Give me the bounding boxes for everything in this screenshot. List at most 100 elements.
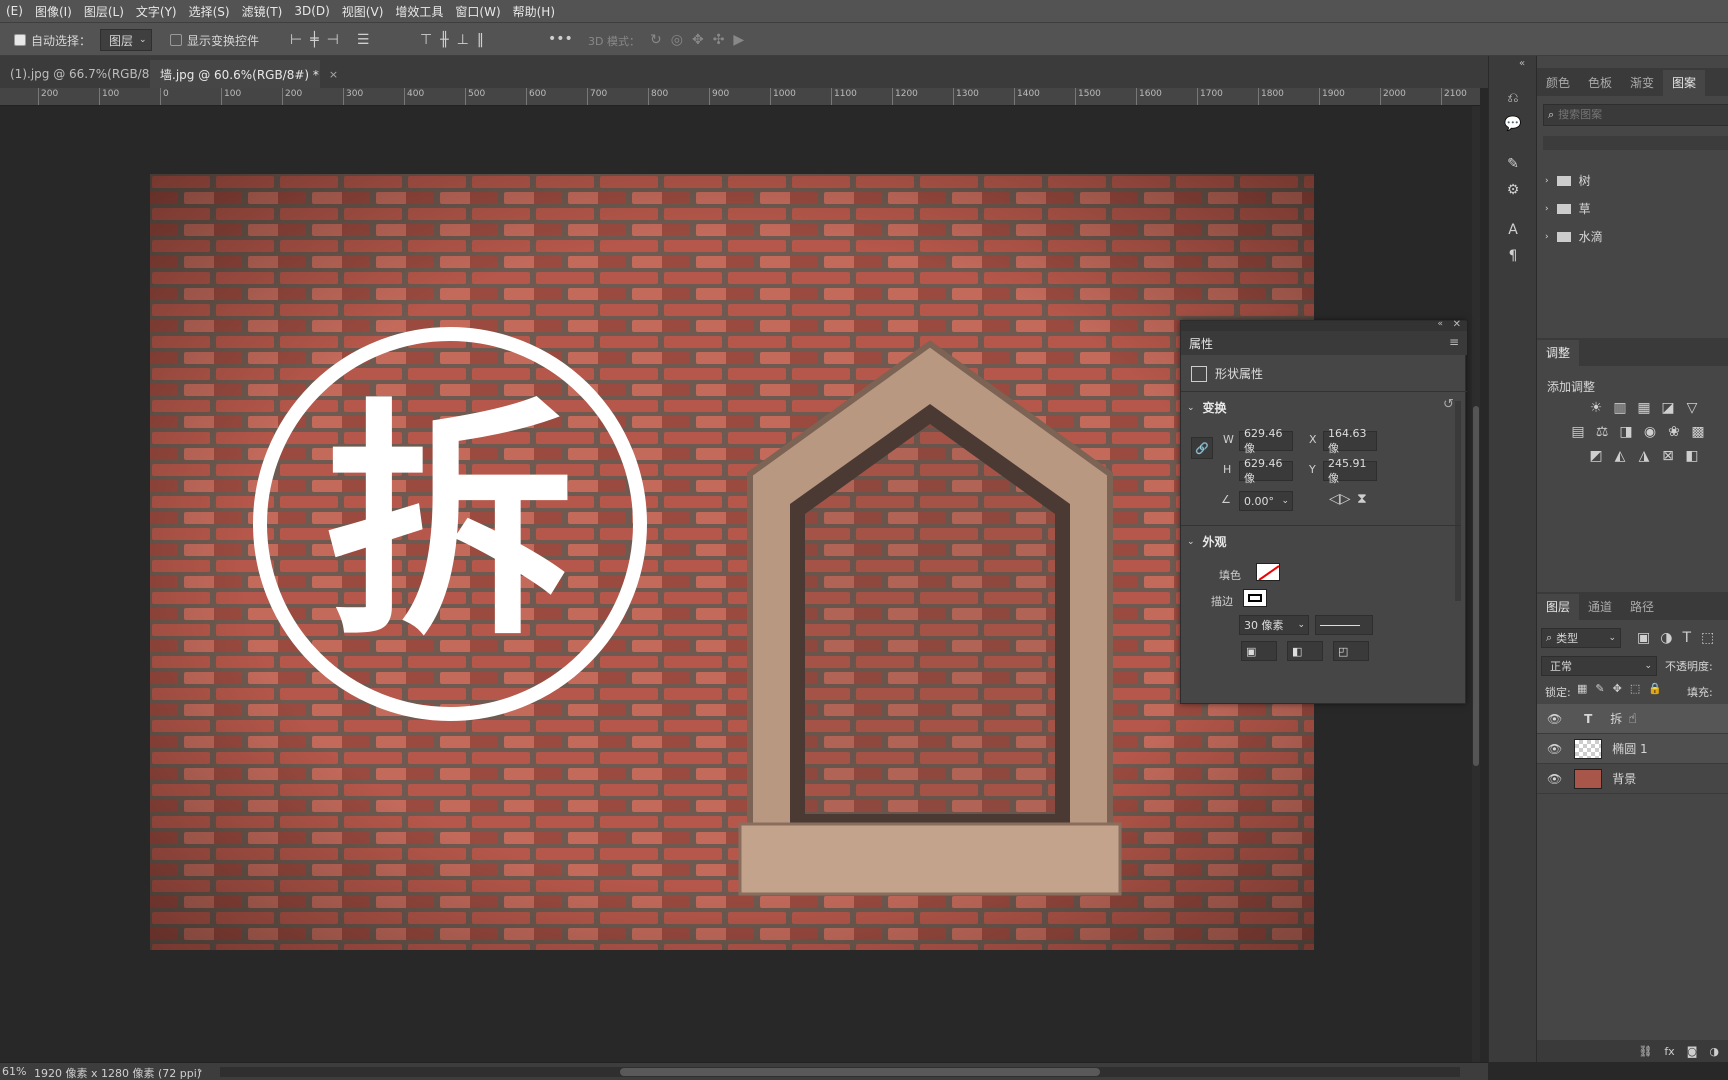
roll-3d-icon[interactable]: ◎ xyxy=(671,31,683,49)
visibility-eye-icon[interactable]: 👁 xyxy=(1547,712,1562,726)
auto-select-checkbox[interactable] xyxy=(14,34,26,46)
pan-3d-icon[interactable]: ✥ xyxy=(692,31,704,49)
stroke-width-field[interactable]: 30 像素 ⌄ xyxy=(1239,615,1309,635)
balance-icon[interactable]: ⚖ xyxy=(1593,424,1611,440)
panel-menu-icon[interactable]: ≡ xyxy=(1449,335,1459,349)
panel-scrollbar[interactable] xyxy=(1455,401,1461,601)
gradient-map-icon[interactable]: ◧ xyxy=(1683,448,1701,464)
search-input[interactable] xyxy=(1558,109,1709,121)
paragraph-icon[interactable]: ¶ xyxy=(1501,244,1525,268)
stroke-style-dropdown[interactable] xyxy=(1315,615,1373,635)
menu-select[interactable]: 选择(S) xyxy=(183,3,236,20)
threshold-icon[interactable]: ◮ xyxy=(1635,448,1653,464)
menu-view[interactable]: 视图(V) xyxy=(336,3,390,20)
distribute-icon[interactable]: ☰ xyxy=(357,31,370,49)
link-icon[interactable]: 🔗 xyxy=(1191,437,1213,459)
stroke-swatch[interactable] xyxy=(1243,589,1267,607)
new-adjustment-icon[interactable]: ◑ xyxy=(1709,1045,1719,1058)
fx-icon[interactable]: fx xyxy=(1664,1045,1674,1058)
exposure-icon[interactable]: ◪ xyxy=(1659,400,1677,416)
pixel-filter-icon[interactable]: ▣ xyxy=(1637,630,1650,646)
photo-filter-icon[interactable]: ◉ xyxy=(1641,424,1659,440)
height-field[interactable]: 629.46 像 xyxy=(1239,457,1293,485)
adjustment-filter-icon[interactable]: ◑ xyxy=(1660,630,1672,646)
menu-image[interactable]: 图像(I) xyxy=(29,3,78,20)
folder-row[interactable]: › 水滴 xyxy=(1545,228,1603,245)
collapse-panels-icon[interactable]: « xyxy=(1519,58,1525,69)
y-field[interactable]: 245.91 像 xyxy=(1323,457,1377,485)
tab-gradients[interactable]: 渐变 xyxy=(1621,70,1663,96)
fill-swatch[interactable] xyxy=(1256,563,1280,581)
type-filter-icon[interactable]: T xyxy=(1682,630,1691,646)
tab-document-1[interactable]: (1).jpg @ 66.7%(RGB/8) × xyxy=(0,60,173,88)
flip-horizontal-icon[interactable]: ◁▷ xyxy=(1329,491,1351,507)
lock-all-icon[interactable]: 🔒 xyxy=(1648,682,1662,695)
align-left-icon[interactable]: ⊢ xyxy=(290,31,302,49)
hue-icon[interactable]: ▤ xyxy=(1569,424,1587,440)
auto-select-dropdown[interactable]: 图层 ⌄ xyxy=(100,29,152,51)
lock-position-icon[interactable]: ✥ xyxy=(1613,682,1622,695)
vibrance-icon[interactable]: ▽ xyxy=(1683,400,1701,416)
black-white-icon[interactable]: ◨ xyxy=(1617,424,1635,440)
add-mask-icon[interactable]: ◙ xyxy=(1687,1045,1698,1058)
folder-row[interactable]: › 树 xyxy=(1545,172,1591,189)
visibility-eye-icon[interactable]: 👁 xyxy=(1547,742,1562,756)
appearance-section-header[interactable]: ⌄ 外观 xyxy=(1187,533,1227,550)
character-icon[interactable]: A xyxy=(1501,218,1525,242)
menu-3d[interactable]: 3D(D) xyxy=(288,4,335,18)
color-lookup-icon[interactable]: ▩ xyxy=(1689,424,1707,440)
channel-mixer-icon[interactable]: ❀ xyxy=(1665,424,1683,440)
tab-channels[interactable]: 通道 xyxy=(1579,594,1621,620)
show-transform-checkbox[interactable] xyxy=(170,34,182,46)
zoom-level[interactable]: 61% xyxy=(2,1065,26,1078)
align-hcenter-icon[interactable]: ╪ xyxy=(310,31,318,49)
tab-adjustments[interactable]: 调整 xyxy=(1537,340,1580,366)
x-field[interactable]: 164.63 像 xyxy=(1323,427,1377,455)
menu-plugins[interactable]: 增效工具 xyxy=(389,3,449,20)
selective-color-icon[interactable]: ⊠ xyxy=(1659,448,1677,464)
menu-help[interactable]: 帮助(H) xyxy=(507,3,561,20)
comments-icon[interactable]: 💬 xyxy=(1501,112,1525,136)
menu-window[interactable]: 窗口(W) xyxy=(449,3,506,20)
tab-color[interactable]: 颜色 xyxy=(1537,70,1579,96)
layer-filter-dropdown[interactable]: ⌕ 类型 ⌄ xyxy=(1541,628,1621,648)
lock-artboard-icon[interactable]: ⬚ xyxy=(1630,682,1640,695)
pattern-search[interactable]: ⌕ xyxy=(1543,104,1728,126)
orbit-3d-icon[interactable]: ↻ xyxy=(650,31,662,49)
posterize-icon[interactable]: ◭ xyxy=(1611,448,1629,464)
tab-swatches[interactable]: 色板 xyxy=(1579,70,1621,96)
close-icon[interactable]: ✕ xyxy=(1453,319,1461,330)
vertical-scrollbar[interactable] xyxy=(1472,106,1480,1062)
align-top-icon[interactable]: ⊤ xyxy=(420,31,432,49)
brightness-icon[interactable]: ☀ xyxy=(1587,400,1605,416)
stroke-align-icon[interactable]: ▣ xyxy=(1241,641,1277,661)
menu-type[interactable]: 文字(Y) xyxy=(130,3,183,20)
slide-3d-icon[interactable]: ✣ xyxy=(713,31,725,49)
align-bottom-icon[interactable]: ⊥ xyxy=(457,31,469,49)
link-layers-icon[interactable]: ⛓ xyxy=(1638,1045,1652,1058)
lock-pixels-icon[interactable]: ✎ xyxy=(1595,682,1604,695)
stroke-cap-icon[interactable]: ◧ xyxy=(1287,641,1323,661)
align-vcenter-icon[interactable]: ╫ xyxy=(440,31,448,49)
lock-transparent-icon[interactable]: ▦ xyxy=(1577,682,1587,695)
panel-grip[interactable]: « ✕ xyxy=(1181,319,1467,331)
history-icon[interactable]: ⎌ xyxy=(1501,86,1525,110)
brush-settings-icon[interactable]: ✎ xyxy=(1501,152,1525,176)
chevron-right-icon[interactable]: › xyxy=(198,1064,202,1077)
visibility-eye-icon[interactable]: 👁 xyxy=(1547,772,1562,786)
width-field[interactable]: 629.46 像 xyxy=(1239,427,1293,455)
collapse-icon[interactable]: « xyxy=(1437,319,1443,329)
document-canvas[interactable]: 拆 xyxy=(150,174,1314,950)
folder-row[interactable]: › 草 xyxy=(1545,200,1591,217)
tab-paths[interactable]: 路径 xyxy=(1621,594,1663,620)
menu-filter[interactable]: 滤镜(T) xyxy=(236,3,289,20)
transform-section-header[interactable]: ⌄ 变换 xyxy=(1187,399,1227,416)
layer-row-background[interactable]: 👁 背景 xyxy=(1537,764,1728,794)
tab-layers[interactable]: 图层 xyxy=(1537,594,1580,620)
horizontal-scrollbar[interactable] xyxy=(220,1067,1460,1077)
more-options-icon[interactable]: ••• xyxy=(548,31,573,47)
invert-icon[interactable]: ◩ xyxy=(1587,448,1605,464)
curves-icon[interactable]: ▦ xyxy=(1635,400,1653,416)
reset-icon[interactable]: ↺ xyxy=(1443,397,1454,412)
blend-mode-dropdown[interactable]: 正常 ⌄ xyxy=(1541,656,1657,676)
